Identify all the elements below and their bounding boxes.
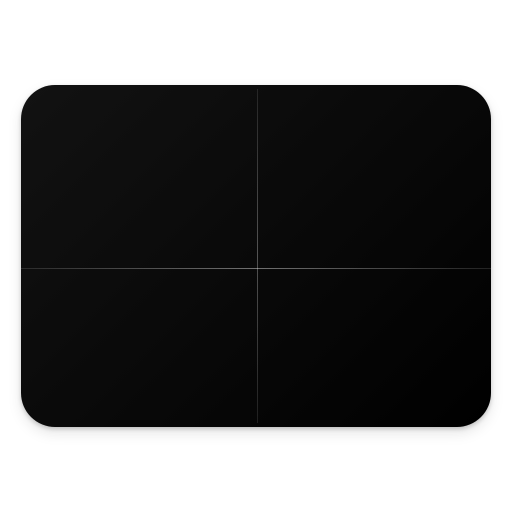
icon-canvas: [0, 0, 512, 512]
vertical-divider: [257, 89, 258, 423]
trackpad-icon: [21, 85, 491, 427]
horizontal-divider: [21, 268, 491, 269]
